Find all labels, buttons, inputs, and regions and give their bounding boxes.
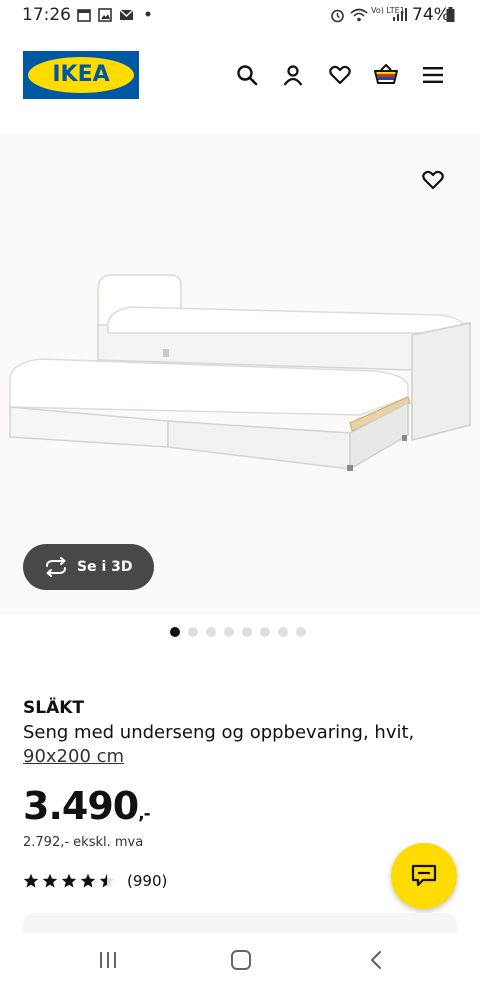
favourites-button[interactable]	[323, 58, 357, 92]
back-button[interactable]	[356, 945, 396, 975]
carousel-dot[interactable]	[278, 627, 288, 637]
heart-icon	[329, 65, 351, 85]
product-image[interactable]	[0, 135, 480, 615]
carousel-dot[interactable]	[188, 627, 198, 637]
view-3d-label: Se i 3D	[77, 559, 133, 575]
carousel-dot[interactable]	[296, 627, 306, 637]
bed-illustration	[9, 274, 471, 471]
product-name: SLÄKT	[23, 698, 85, 718]
app-header: IKEA	[0, 40, 480, 112]
view-3d-button[interactable]: Se i 3D	[23, 544, 154, 590]
back-icon	[370, 950, 382, 970]
recent-apps-icon	[100, 952, 116, 968]
dot-icon	[145, 11, 151, 17]
signal-icon	[393, 8, 407, 21]
image-icon	[98, 8, 112, 22]
carousel-dots	[170, 627, 306, 637]
status-time: 17:26	[22, 5, 71, 25]
rating-stars	[23, 873, 115, 889]
alarm-icon	[331, 9, 344, 23]
chat-button[interactable]	[391, 843, 457, 909]
star-icon	[42, 873, 58, 888]
heart-icon	[422, 170, 444, 190]
product-price: 3.490,-	[23, 784, 151, 828]
carousel-dot[interactable]	[224, 627, 234, 637]
carousel-dot[interactable]	[242, 627, 252, 637]
chat-icon	[411, 864, 437, 887]
system-nav-bar	[0, 933, 480, 987]
product-size-link[interactable]: 90x200 cm	[23, 746, 124, 767]
carousel-dot[interactable]	[206, 627, 216, 637]
carousel-dot[interactable]	[170, 627, 180, 637]
wifi-icon	[350, 8, 368, 22]
price-suffix: ,-	[138, 804, 150, 824]
price-excl-vat: 2.792,- ekskl. mva	[23, 835, 144, 850]
mail-icon	[119, 9, 134, 20]
bottom-card-edge	[23, 913, 457, 933]
calendar-icon	[77, 9, 91, 22]
product-description: Seng med underseng og oppbevaring, hvit,…	[23, 721, 443, 769]
carousel-dot[interactable]	[260, 627, 270, 637]
star-icon	[80, 873, 96, 888]
star-icon	[61, 873, 77, 888]
product-rating[interactable]: (990)	[23, 872, 167, 890]
account-button[interactable]	[276, 58, 310, 92]
home-icon	[231, 950, 251, 970]
rotate-3d-icon	[46, 557, 66, 577]
product-description-text: Seng med underseng og oppbevaring, hvit,	[23, 722, 415, 743]
rating-count: (990)	[127, 872, 168, 890]
logo-text: IKEA	[52, 62, 110, 87]
battery-percent: 74%	[412, 5, 450, 25]
menu-button[interactable]	[416, 58, 450, 92]
search-button[interactable]	[230, 58, 264, 92]
price-main: 3.490	[23, 784, 139, 828]
menu-icon	[423, 67, 443, 83]
account-icon	[283, 65, 303, 86]
image-favourite-button[interactable]	[415, 162, 451, 198]
star-icon	[99, 873, 115, 888]
home-button[interactable]	[221, 945, 261, 975]
ikea-logo[interactable]: IKEA	[23, 51, 139, 99]
battery-icon	[446, 7, 455, 22]
search-icon	[237, 65, 258, 86]
recent-apps-button[interactable]	[88, 945, 128, 975]
cart-icon	[374, 64, 398, 84]
status-bar: 17:26 Vo) LTE1 74%	[0, 0, 480, 32]
star-icon	[23, 873, 39, 888]
cart-button[interactable]	[369, 58, 403, 92]
